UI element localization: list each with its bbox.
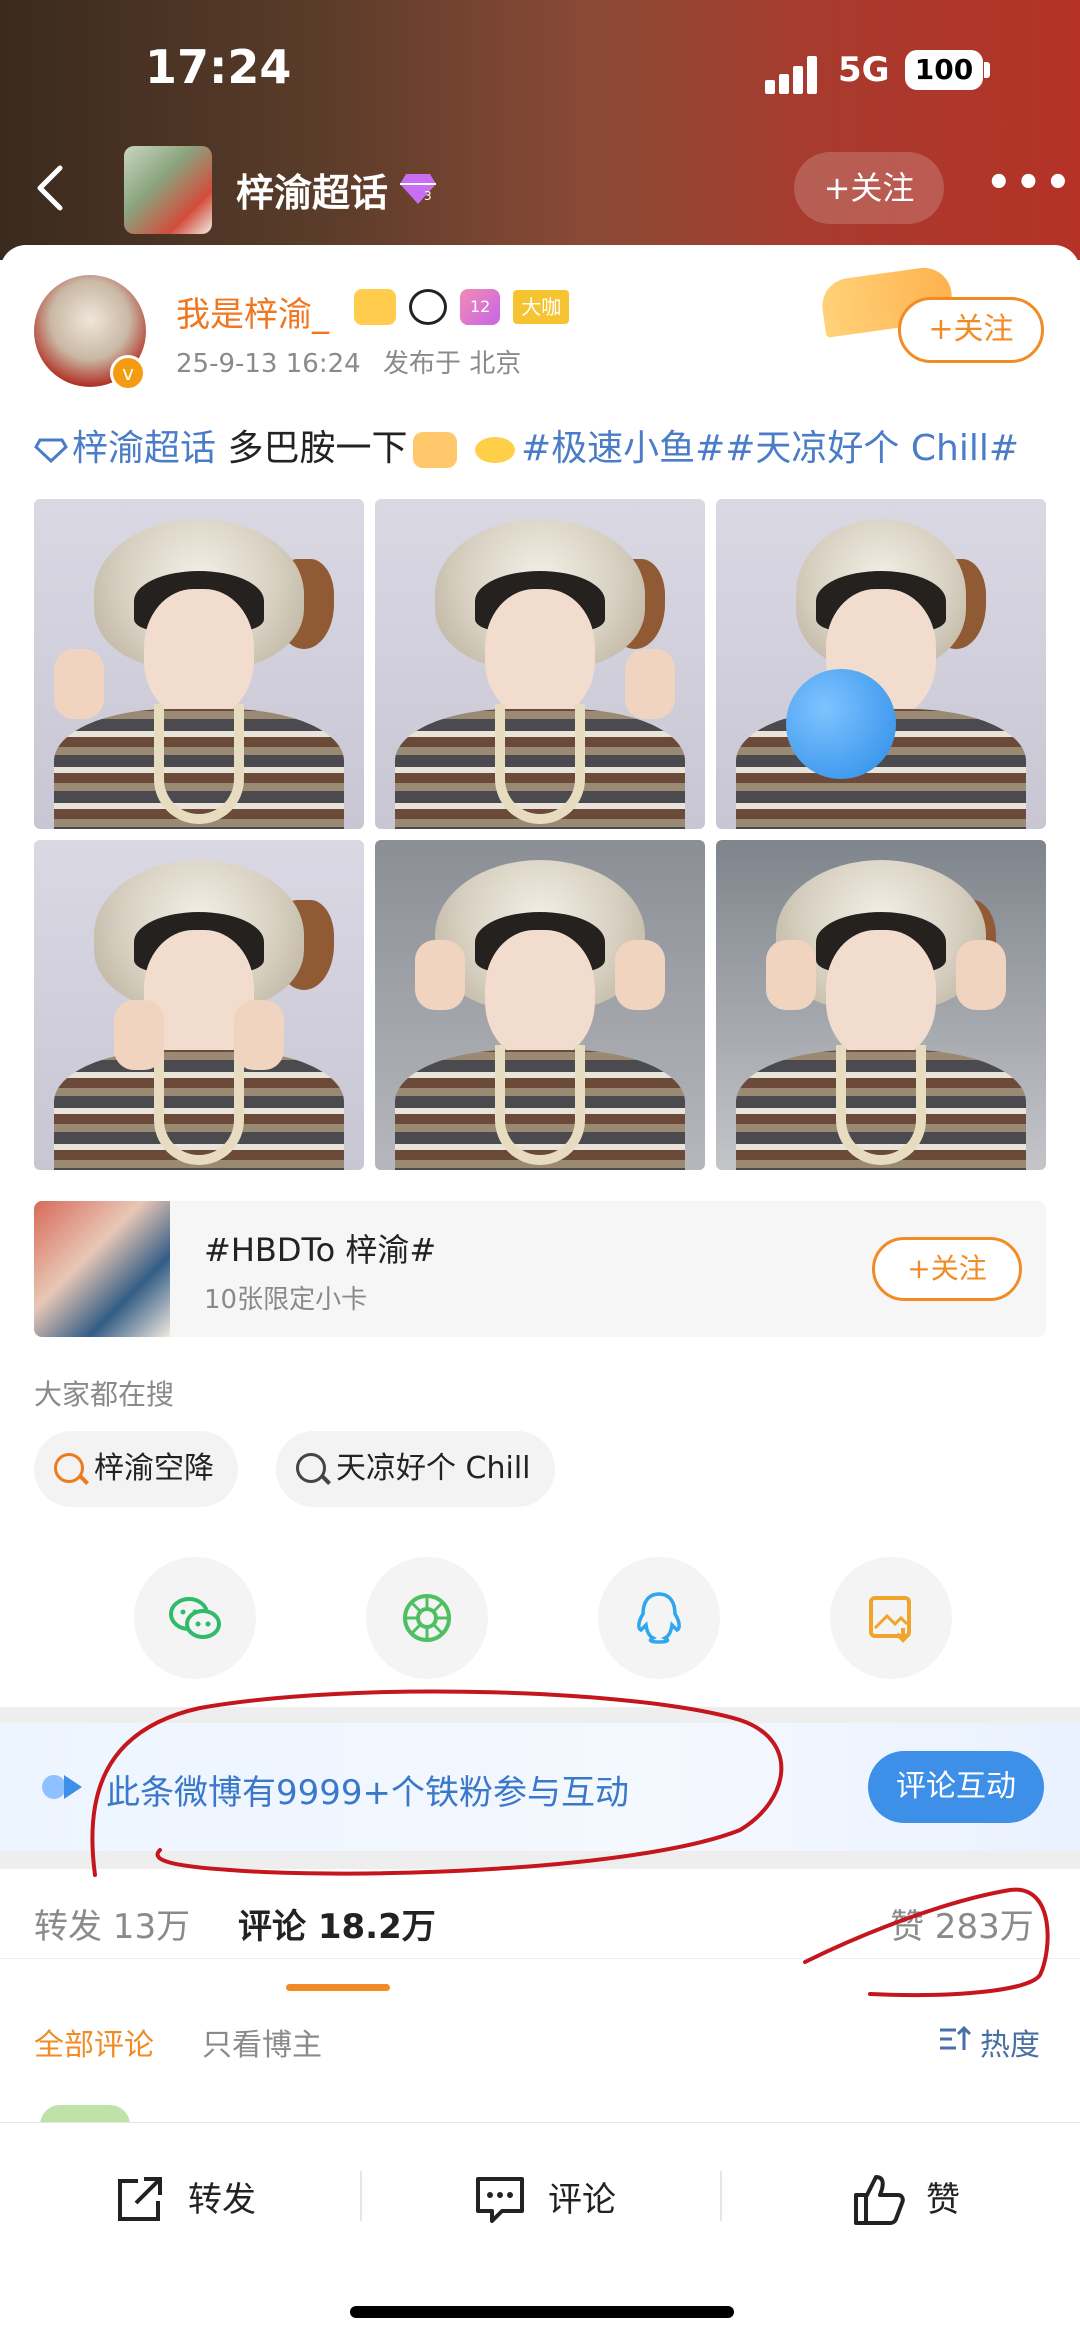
- topic-header: 17:24 5G 100 梓渝超话 3 +关注 •••: [0, 0, 1080, 260]
- tab-like[interactable]: 赞 283万: [890, 1899, 1034, 1948]
- section-divider: [0, 1851, 1080, 1869]
- fans-interaction-banner[interactable]: 此条微博有9999+个铁粉参与互动 评论互动: [0, 1723, 1080, 1851]
- signal-icon: [765, 56, 821, 94]
- svg-text:3: 3: [424, 189, 432, 203]
- tab-comment[interactable]: 评论 18.2万: [238, 1899, 436, 1948]
- topic-avatar[interactable]: [124, 146, 212, 234]
- fans-interaction-text: 此条微博有9999+个铁粉参与互动: [106, 1773, 630, 1813]
- hashtag-links[interactable]: #极速小鱼##天凉好个 Chill#: [521, 428, 1019, 469]
- search-icon: [296, 1453, 326, 1483]
- status-bar: 17:24 5G 100: [0, 40, 1080, 110]
- qq-share-button[interactable]: [598, 1557, 720, 1679]
- repost-icon: [118, 2177, 162, 2221]
- repost-label: 转发: [188, 2180, 256, 2220]
- post-card: v 我是梓渝_ 12 大咖 25-9-13 16:24 发布于 北京 +关注 梓…: [0, 245, 1080, 1715]
- like-label: 赞: [926, 2180, 960, 2220]
- photo-5[interactable]: [375, 840, 705, 1170]
- photo-3[interactable]: [716, 499, 1046, 829]
- active-tab-indicator: [286, 1984, 390, 1991]
- topic-card-subtitle: 10张限定小卡: [204, 1285, 368, 1315]
- home-indicator: [350, 2306, 734, 2318]
- photo-4[interactable]: [34, 840, 364, 1170]
- trending-chip-label: 天凉好个 Chill: [336, 1451, 531, 1486]
- super-topic-gem-icon: 3: [400, 174, 436, 204]
- comment-interact-button[interactable]: 评论互动: [868, 1751, 1044, 1823]
- post-location: 发布于 北京: [382, 349, 522, 379]
- post-text: 梓渝超话 多巴胺一下 #极速小鱼##天凉好个 Chill#: [34, 419, 1019, 471]
- super-topic-icon: [34, 438, 68, 463]
- sort-icon[interactable]: [938, 2024, 972, 2054]
- post-body: 多巴胺一下: [227, 428, 408, 469]
- author-badges: 12 大咖: [354, 289, 577, 329]
- trending-chip-2[interactable]: 天凉好个 Chill: [276, 1431, 555, 1507]
- back-arrow-icon[interactable]: [22, 158, 82, 218]
- photo-2[interactable]: [375, 499, 705, 829]
- author-name[interactable]: 我是梓渝_: [176, 287, 329, 336]
- trending-title: 大家都在搜: [34, 1378, 175, 1411]
- tab-repost[interactable]: 转发 13万: [34, 1899, 190, 1948]
- wechat-icon: [169, 1597, 221, 1639]
- share-buttons: [0, 1557, 1080, 1681]
- trending-chip-label: 梓渝空降: [94, 1451, 214, 1486]
- wechat-share-button[interactable]: [134, 1557, 256, 1679]
- sort-hot-label[interactable]: 热度: [980, 2020, 1040, 2064]
- trending-chip-1[interactable]: 梓渝空降: [34, 1431, 238, 1507]
- topic-follow-button[interactable]: +关注: [794, 152, 944, 224]
- big-shot-badge: 大咖: [513, 290, 570, 324]
- save-image-icon: [869, 1596, 911, 1643]
- level-gem-badge: 12: [460, 289, 501, 325]
- stats-tabs: 转发 13万 评论 18.2万 赞 283万: [0, 1869, 1080, 1959]
- topic-title[interactable]: 梓渝超话: [236, 162, 388, 217]
- section-divider: [0, 1707, 1080, 1723]
- hands-emoji-icon: [413, 432, 458, 468]
- battery-tip: [984, 62, 990, 78]
- filter-all-comments[interactable]: 全部评论: [34, 2020, 154, 2064]
- battery-icon: 100: [905, 50, 983, 90]
- qq-icon: [637, 1592, 681, 1644]
- topic-card[interactable]: #HBDTo 梓渝# 10张限定小卡 +关注: [34, 1201, 1046, 1337]
- topic-card-thumbnail: [34, 1201, 170, 1337]
- thumbs-up-icon: [854, 2175, 905, 2225]
- divider: [720, 2171, 722, 2221]
- topic-card-title: #HBDTo 梓渝#: [204, 1231, 437, 1269]
- hot-search-icon: [54, 1453, 84, 1483]
- fish-emoji-icon: [474, 437, 515, 463]
- photo-6[interactable]: [716, 840, 1046, 1170]
- status-time: 17:24: [145, 40, 292, 94]
- moments-share-button[interactable]: [366, 1557, 488, 1679]
- comment-filter: 全部评论 只看博主 热度: [0, 1996, 1080, 2086]
- panda-badge-icon: [409, 289, 448, 325]
- photo-1[interactable]: [34, 499, 364, 829]
- divider: [360, 2171, 362, 2221]
- more-options-icon[interactable]: •••: [986, 160, 1075, 206]
- super-topic-link[interactable]: 梓渝超话: [72, 428, 216, 469]
- verified-badge-icon: v: [110, 355, 146, 391]
- post-meta: 25-9-13 16:24 发布于 北京: [176, 343, 535, 380]
- top-nav: 梓渝超话 3 +关注 •••: [0, 140, 1080, 240]
- crown-badge-icon: [354, 289, 396, 325]
- comment-label: 评论: [548, 2180, 616, 2220]
- save-image-button[interactable]: [830, 1557, 952, 1679]
- post-date: 25-9-13 16:24: [176, 349, 361, 379]
- fans-badge-icon: [42, 1775, 82, 1799]
- topic-card-follow-button[interactable]: +关注: [872, 1237, 1022, 1301]
- moments-icon: [403, 1594, 451, 1642]
- network-label: 5G: [838, 50, 890, 90]
- filter-owner-only[interactable]: 只看博主: [202, 2020, 322, 2064]
- comment-icon: [476, 2177, 524, 2223]
- author-follow-button[interactable]: +关注: [898, 297, 1044, 363]
